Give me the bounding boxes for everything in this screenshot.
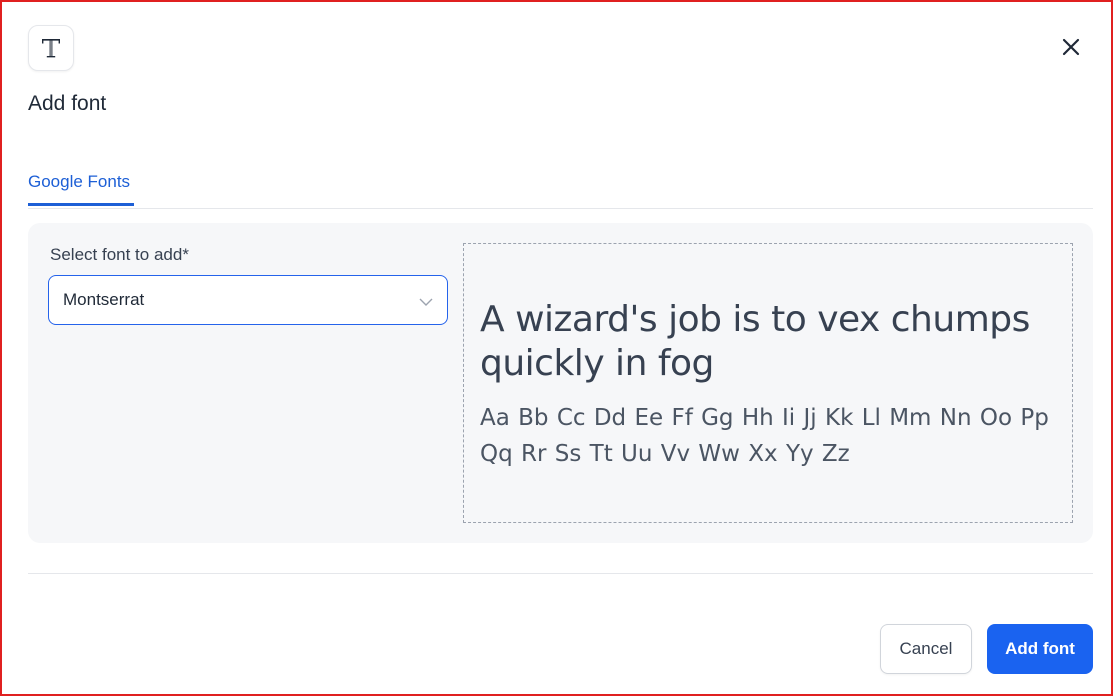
chevron-down-icon <box>419 294 433 312</box>
cancel-button[interactable]: Cancel <box>880 624 972 674</box>
text-font-icon <box>39 36 63 60</box>
selected-font-value: Montserrat <box>63 290 145 309</box>
font-selection-panel: Select font to add* Montserrat A wizard'… <box>28 223 1093 543</box>
dialog-title: Add font <box>28 92 107 115</box>
tab-bar: Google Fonts <box>28 162 1093 209</box>
font-select[interactable]: Montserrat <box>48 275 448 325</box>
add-font-dialog: Add font Google Fonts Select font to add… <box>0 0 1113 696</box>
close-icon <box>1062 38 1080 61</box>
select-font-label: Select font to add* <box>50 245 189 264</box>
add-font-button[interactable]: Add font <box>987 624 1093 674</box>
close-button[interactable] <box>1057 35 1085 63</box>
font-logo <box>28 25 74 71</box>
tab-google-fonts[interactable]: Google Fonts <box>28 162 134 206</box>
font-preview: A wizard's job is to vex chumps quickly … <box>463 243 1073 523</box>
preview-sentence: A wizard's job is to vex chumps quickly … <box>480 299 1030 384</box>
preview-alphabet: Aa Bb Cc Dd Ee Ff Gg Hh Ii Jj Kk Ll Mm N… <box>480 405 1049 467</box>
footer-divider <box>28 573 1093 574</box>
